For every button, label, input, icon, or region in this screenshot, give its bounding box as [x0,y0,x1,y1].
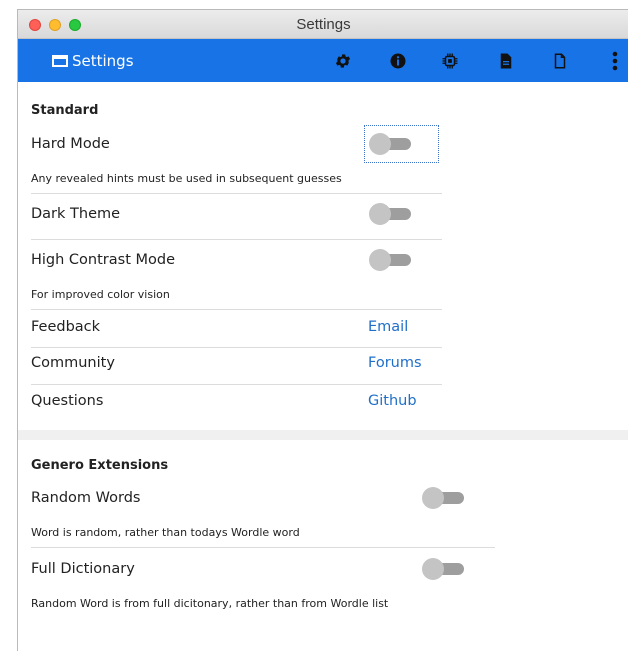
chip-icon[interactable] [440,51,460,71]
divider [31,547,495,548]
community-label: Community [31,355,115,371]
genero-section-title: Genero Extensions [31,458,169,473]
app-toolbar: Settings [18,39,628,82]
document-outline-icon[interactable] [550,51,570,71]
dark-theme-toggle[interactable] [369,203,413,225]
toolbar-title-label: Settings [72,52,134,70]
genero-extensions-section: Genero Extensions Random Words Word is r… [18,440,628,651]
questions-github-link[interactable]: Github [368,393,417,409]
settings-content: Standard Hard Mode Any revealed hints mu… [18,82,628,651]
toolbar-title: Settings [52,52,134,70]
high-contrast-label: High Contrast Mode [31,252,176,268]
random-words-toggle[interactable] [422,487,466,509]
hard-mode-hint: Any revealed hints must be used in subse… [31,172,342,185]
more-vertical-icon[interactable] [605,51,625,71]
window-icon [52,55,68,67]
toggle-thumb [422,558,444,580]
full-dictionary-label: Full Dictionary [31,561,135,577]
section-separator [18,430,628,440]
toggle-thumb [369,249,391,271]
questions-label: Questions [31,393,104,409]
divider [31,193,442,194]
window-titlebar[interactable]: Settings [18,10,628,39]
divider [31,309,442,310]
dark-theme-label: Dark Theme [31,206,121,222]
community-forums-link[interactable]: Forums [368,355,422,371]
high-contrast-hint: For improved color vision [31,288,170,301]
toggle-thumb [369,203,391,225]
random-words-hint: Word is random, rather than todays Wordl… [31,526,300,539]
standard-section: Standard Hard Mode Any revealed hints mu… [18,82,628,430]
divider [31,347,442,348]
toggle-thumb [369,133,391,155]
random-words-label: Random Words [31,490,141,506]
high-contrast-toggle[interactable] [369,249,413,271]
window-title: Settings [296,16,351,33]
feedback-email-link[interactable]: Email [368,319,408,335]
settings-gear-icon[interactable] [333,51,353,71]
toggle-thumb [422,487,444,509]
document-filled-icon[interactable] [496,51,516,71]
full-dictionary-toggle[interactable] [422,558,466,580]
standard-section-title: Standard [31,103,99,118]
divider [31,384,442,385]
hard-mode-toggle[interactable] [369,133,413,155]
divider [31,239,442,240]
settings-window: Settings Settings Standard Hard Mode Any… [17,9,628,651]
full-dictionary-hint: Random Word is from full dicitonary, rat… [31,597,389,610]
info-icon[interactable] [388,51,408,71]
hard-mode-label: Hard Mode [31,136,110,152]
feedback-label: Feedback [31,319,101,335]
